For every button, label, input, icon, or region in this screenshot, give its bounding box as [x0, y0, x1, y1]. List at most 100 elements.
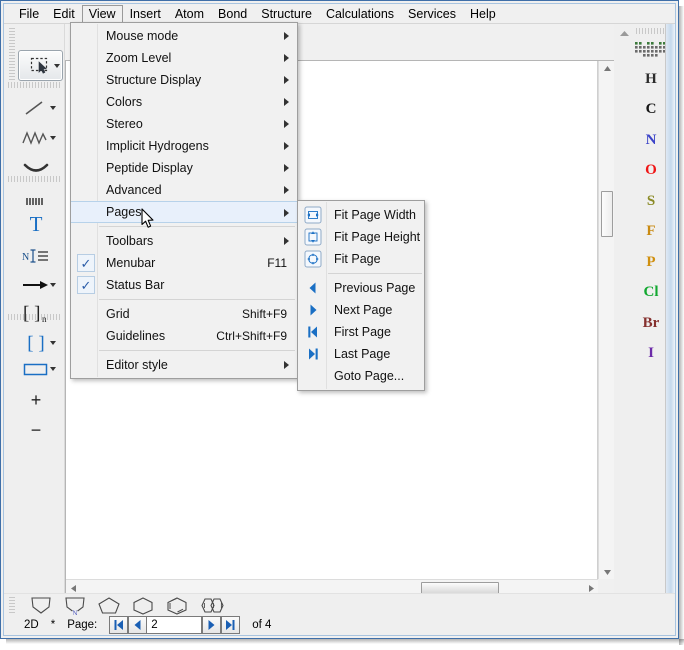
view-menu-item-stereo[interactable]: Stereo [71, 113, 297, 135]
element-toolbar-drag-grip[interactable] [636, 28, 668, 34]
pages-submenu-item-first-page[interactable]: First Page [298, 321, 424, 343]
menu-item-shortcut: Shift+F9 [242, 307, 287, 321]
element-button-h[interactable]: H [632, 66, 670, 92]
cyclopentadiene-ring-tool[interactable] [26, 595, 56, 615]
cyclopentane-ring-tool[interactable] [94, 595, 124, 615]
pages-submenu-item-fit-page-height[interactable]: Fit Page Height [298, 226, 424, 248]
view-menu-item-structure-display[interactable]: Structure Display [71, 69, 297, 91]
view-menu-item-peptide-display[interactable]: Peptide Display [71, 157, 297, 179]
view-menu-item-colors[interactable]: Colors [71, 91, 297, 113]
element-button-f[interactable]: F [632, 219, 670, 245]
repeating-unit-tool[interactable]: [ ]n [16, 299, 56, 327]
menubar-item-calculations[interactable]: Calculations [319, 5, 401, 23]
element-button-i[interactable]: I [632, 341, 670, 367]
first-page-button[interactable] [109, 616, 128, 634]
submenu-arrow-icon [284, 237, 289, 245]
scroll-down-icon[interactable] [599, 565, 615, 579]
previous-page-button[interactable] [128, 616, 147, 634]
menu-item-label: Pages [106, 205, 141, 219]
rectangle-dropdown-arrow-icon[interactable] [50, 367, 56, 371]
vertical-scrollbar-thumb[interactable] [601, 191, 613, 237]
pages-submenu-item-next-page[interactable]: Next Page [298, 299, 424, 321]
view-menu-item-status-bar[interactable]: ✓Status Bar [71, 274, 297, 296]
submenu-arrow-icon [284, 76, 289, 84]
pages-submenu-item-goto-page[interactable]: Goto Page... [298, 365, 424, 387]
checkmark-icon: ✓ [77, 254, 95, 272]
menubar-item-services[interactable]: Services [401, 5, 463, 23]
element-button-s[interactable]: S [632, 188, 670, 214]
status-mode-label: 2D [24, 619, 39, 631]
menubar-item-edit[interactable]: Edit [46, 5, 82, 23]
view-menu-item-guidelines[interactable]: GuidelinesCtrl+Shift+F9 [71, 325, 297, 347]
fit-page-width-icon [304, 206, 322, 224]
svg-text:[ ]: [ ] [23, 303, 40, 324]
view-menu-item-menubar[interactable]: ✓MenubarF11 [71, 252, 297, 274]
element-button-o[interactable]: O [632, 158, 670, 184]
benzene-ring-tool[interactable] [162, 595, 192, 615]
plus-tool[interactable]: + [16, 386, 56, 414]
menubar-item-view[interactable]: View [82, 5, 123, 23]
menu-bar: FileEditViewInsertAtomBondStructureCalcu… [4, 4, 675, 24]
menubar-item-help[interactable]: Help [463, 5, 503, 23]
cyclohexane-ring-tool[interactable] [128, 595, 158, 615]
pages-submenu-item-fit-page[interactable]: Fit Page [298, 248, 424, 270]
view-menu-item-toolbars[interactable]: Toolbars [71, 230, 297, 252]
menu-separator [99, 350, 295, 351]
next-page-button[interactable] [202, 616, 221, 634]
element-button-p[interactable]: P [632, 249, 670, 275]
page-count-label: of 4 [252, 619, 271, 631]
menubar-item-bond[interactable]: Bond [211, 5, 254, 23]
menu-item-label: Colors [106, 95, 142, 109]
toolbar-drag-grip[interactable] [9, 28, 15, 80]
periodic-elements-toolbar: HCNOSFP Cl Br I [614, 24, 675, 595]
menu-item-label: Editor style [106, 358, 168, 372]
view-menu-item-implicit-hydrogens[interactable]: Implicit Hydrogens [71, 135, 297, 157]
checkmark-icon: ✓ [77, 276, 95, 294]
menubar-item-file[interactable]: File [12, 5, 46, 23]
view-menu-item-advanced[interactable]: Advanced [71, 179, 297, 201]
menu-item-label: Stereo [106, 117, 143, 131]
chain-dropdown-arrow-icon[interactable] [50, 136, 56, 140]
view-menu-item-pages[interactable]: Pages [71, 201, 297, 223]
menu-item-label: Mouse mode [106, 29, 178, 43]
minus-tool[interactable]: − [16, 416, 56, 444]
scroll-up-icon[interactable] [599, 61, 615, 75]
ring-toolbar-drag-grip[interactable] [9, 597, 15, 613]
view-menu-item-mouse-mode[interactable]: Mouse mode [71, 25, 297, 47]
submenu-item-label: Fit Page Height [334, 230, 420, 244]
view-menu-item-grid[interactable]: GridShift+F9 [71, 303, 297, 325]
arc-tool[interactable] [16, 154, 56, 182]
page-number-input[interactable]: 2 [147, 616, 202, 634]
menubar-item-insert[interactable]: Insert [123, 5, 168, 23]
menubar-item-structure[interactable]: Structure [254, 5, 319, 23]
submenu-item-label: Previous Page [334, 281, 415, 295]
pages-submenu-item-previous-page[interactable]: Previous Page [298, 277, 424, 299]
pages-submenu-item-last-page[interactable]: Last Page [298, 343, 424, 365]
svg-text:N: N [72, 608, 78, 615]
element-button-br[interactable]: Br [632, 310, 670, 336]
element-button-cl[interactable]: Cl [632, 280, 670, 306]
pyrrole-ring-tool[interactable]: N [60, 595, 90, 615]
canvas-vertical-scrollbar[interactable] [598, 61, 614, 579]
last-page-button[interactable] [221, 616, 240, 634]
menubar-item-atom[interactable]: Atom [168, 5, 211, 23]
text-tool[interactable]: T [16, 210, 56, 238]
view-menu-item-editor-style[interactable]: Editor style [71, 354, 297, 376]
selection-dropdown-arrow-icon[interactable] [54, 64, 60, 68]
naphthalene-ring-tool[interactable] [196, 595, 226, 615]
element-button-n[interactable]: N [632, 127, 670, 153]
menu-item-label: Guidelines [106, 329, 165, 343]
fit-page-height-icon [304, 228, 322, 246]
element-button-c[interactable]: C [632, 97, 670, 123]
bracket-dropdown-arrow-icon[interactable] [50, 341, 56, 345]
collapse-toolbar-icon[interactable] [617, 27, 631, 39]
pages-submenu-item-fit-page-width[interactable]: Fit Page Width [298, 204, 424, 226]
menu-item-label: Peptide Display [106, 161, 193, 175]
view-menu-item-zoom-level[interactable]: Zoom Level [71, 47, 297, 69]
submenu-arrow-icon [284, 186, 289, 194]
atom-label-tool[interactable]: N [16, 242, 56, 270]
submenu-arrow-icon [284, 54, 289, 62]
menu-separator [99, 299, 295, 300]
reaction-arrow-dropdown-arrow-icon[interactable] [50, 283, 56, 287]
single-bond-dropdown-arrow-icon[interactable] [50, 106, 56, 110]
